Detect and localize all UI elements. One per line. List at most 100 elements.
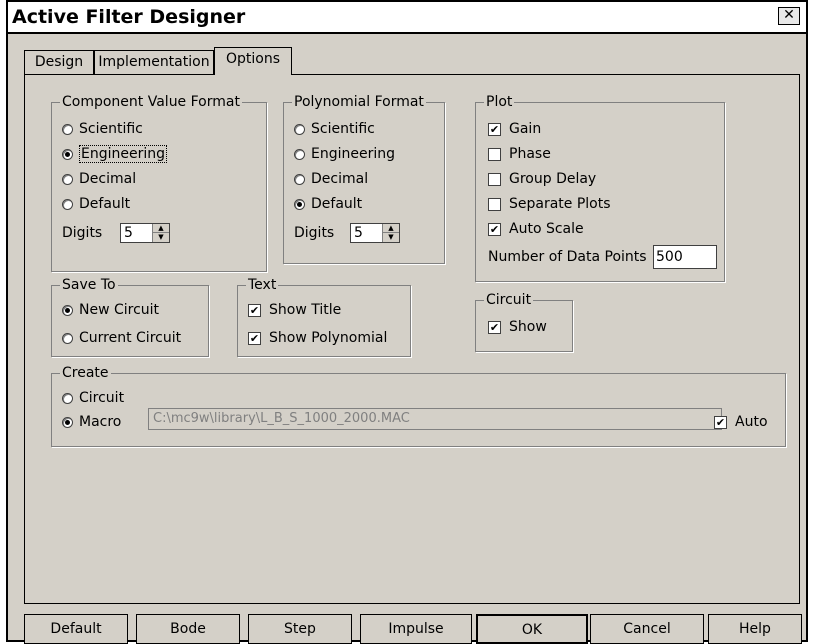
tab-implementation[interactable]: Implementation bbox=[94, 50, 214, 74]
component-radio-decimal[interactable]: Decimal bbox=[62, 169, 136, 189]
impulse-button[interactable]: Impulse bbox=[360, 614, 472, 644]
spinner-value: 5 bbox=[124, 225, 133, 241]
radio-icon bbox=[294, 173, 305, 185]
checkbox-label: Group Delay bbox=[509, 171, 597, 187]
plot-group: Plot ✔ Gain Phase Group Delay Separate Pl… bbox=[475, 93, 725, 282]
checkbox-label: Gain bbox=[509, 121, 542, 137]
radio-icon bbox=[62, 198, 73, 210]
checkbox-label: Auto Scale bbox=[509, 221, 584, 237]
radio-icon bbox=[294, 148, 305, 160]
help-button[interactable]: Help bbox=[708, 614, 802, 644]
checkbox-icon bbox=[488, 147, 501, 161]
radio-icon bbox=[62, 148, 73, 160]
polynomial-radio-scientific[interactable]: Scientific bbox=[294, 119, 375, 139]
checkbox-icon: ✔ bbox=[248, 331, 261, 345]
data-points-input[interactable]: 500 bbox=[653, 245, 717, 269]
group-legend: Save To bbox=[60, 276, 118, 294]
group-legend: Circuit bbox=[484, 291, 534, 309]
radio-label: Scientific bbox=[311, 121, 375, 137]
spin-down-icon[interactable]: ▼ bbox=[383, 233, 399, 242]
checkbox-icon: ✔ bbox=[488, 222, 501, 236]
plot-check-group-delay[interactable]: Group Delay bbox=[488, 169, 596, 189]
radio-label: Engineering bbox=[311, 146, 395, 162]
macro-path-field[interactable]: C:\mc9w\library\L_B_S_1000_2000.MAC bbox=[148, 408, 722, 430]
component-radio-default[interactable]: Default bbox=[62, 194, 130, 214]
radio-icon bbox=[62, 416, 73, 428]
radio-label: Scientific bbox=[79, 121, 143, 137]
group-legend: Polynomial Format bbox=[292, 93, 426, 111]
polynomial-format-group: Polynomial Format Scientific Engineering… bbox=[283, 93, 445, 264]
text-check-show-polynomial[interactable]: ✔ Show Polynomial bbox=[248, 328, 387, 348]
polynomial-radio-decimal[interactable]: Decimal bbox=[294, 169, 368, 189]
radio-icon bbox=[62, 123, 73, 135]
radio-label: Engineering bbox=[79, 145, 167, 163]
tab-options[interactable]: Options bbox=[214, 47, 292, 75]
checkbox-label: Show Polynomial bbox=[269, 330, 388, 346]
group-legend: Create bbox=[60, 364, 111, 382]
component-digits-spinner[interactable]: 5 ▲ ▼ bbox=[120, 223, 170, 243]
checkbox-label: Show Title bbox=[269, 302, 342, 318]
radio-label: Decimal bbox=[79, 171, 137, 187]
spinner-value: 5 bbox=[354, 225, 363, 241]
title-bar: Active Filter Designer ✕ bbox=[8, 2, 806, 34]
spin-down-icon[interactable]: ▼ bbox=[153, 233, 169, 242]
radio-icon bbox=[294, 123, 305, 135]
ok-button[interactable]: OK bbox=[476, 614, 588, 644]
text-group: Text ✔ Show Title ✔ Show Polynomial bbox=[237, 276, 411, 357]
radio-icon bbox=[294, 198, 305, 210]
plot-check-phase[interactable]: Phase bbox=[488, 144, 551, 164]
radio-icon bbox=[62, 173, 73, 185]
step-button[interactable]: Step bbox=[248, 614, 352, 644]
plot-check-gain[interactable]: ✔ Gain bbox=[488, 119, 541, 139]
polynomial-digits-label: Digits bbox=[294, 225, 335, 241]
cancel-button[interactable]: Cancel bbox=[590, 614, 704, 644]
spin-up-icon[interactable]: ▲ bbox=[153, 224, 169, 233]
group-legend: Text bbox=[246, 276, 279, 294]
checkbox-label: Phase bbox=[509, 146, 551, 162]
circuit-group: Circuit ✔ Show bbox=[475, 291, 573, 352]
radio-icon bbox=[62, 332, 73, 344]
radio-label: Default bbox=[311, 196, 363, 212]
tab-design[interactable]: Design bbox=[24, 50, 94, 74]
save-to-radio-current-circuit[interactable]: Current Circuit bbox=[62, 328, 181, 348]
polynomial-radio-engineering[interactable]: Engineering bbox=[294, 144, 395, 164]
component-value-format-group: Component Value Format Scientific Engine… bbox=[51, 93, 267, 272]
close-button[interactable]: ✕ bbox=[778, 7, 800, 25]
window-title: Active Filter Designer bbox=[12, 6, 246, 28]
checkbox-label: Separate Plots bbox=[509, 196, 611, 212]
plot-check-auto-scale[interactable]: ✔ Auto Scale bbox=[488, 219, 584, 239]
checkbox-icon: ✔ bbox=[488, 320, 501, 334]
checkbox-label: Auto bbox=[735, 414, 768, 430]
component-radio-scientific[interactable]: Scientific bbox=[62, 119, 143, 139]
checkbox-label: Show bbox=[509, 319, 547, 335]
data-points-label: Number of Data Points bbox=[488, 249, 647, 265]
plot-check-separate-plots[interactable]: Separate Plots bbox=[488, 194, 611, 214]
create-radio-macro[interactable]: Macro bbox=[62, 412, 121, 432]
default-button[interactable]: Default bbox=[24, 614, 128, 644]
spin-up-icon[interactable]: ▲ bbox=[383, 224, 399, 233]
create-radio-circuit[interactable]: Circuit bbox=[62, 388, 124, 408]
radio-label: Default bbox=[79, 196, 131, 212]
group-legend: Plot bbox=[484, 93, 515, 111]
checkbox-icon bbox=[488, 197, 501, 211]
group-legend: Component Value Format bbox=[60, 93, 242, 111]
checkbox-icon: ✔ bbox=[488, 122, 501, 136]
create-check-auto[interactable]: ✔ Auto bbox=[714, 412, 768, 432]
polynomial-digits-spinner[interactable]: 5 ▲ ▼ bbox=[350, 223, 400, 243]
save-to-radio-new-circuit[interactable]: New Circuit bbox=[62, 300, 159, 320]
checkbox-icon bbox=[488, 172, 501, 186]
polynomial-radio-default[interactable]: Default bbox=[294, 194, 362, 214]
component-radio-engineering[interactable]: Engineering bbox=[62, 144, 167, 164]
circuit-check-show[interactable]: ✔ Show bbox=[488, 317, 547, 337]
spinner-arrows[interactable]: ▲ ▼ bbox=[152, 224, 169, 242]
options-panel: Component Value Format Scientific Engine… bbox=[24, 74, 800, 604]
radio-label: Circuit bbox=[79, 390, 125, 406]
checkbox-icon: ✔ bbox=[248, 303, 261, 317]
bode-button[interactable]: Bode bbox=[136, 614, 240, 644]
spinner-arrows[interactable]: ▲ ▼ bbox=[382, 224, 399, 242]
radio-icon bbox=[62, 392, 73, 404]
radio-label: Decimal bbox=[311, 171, 369, 187]
text-check-show-title[interactable]: ✔ Show Title bbox=[248, 300, 341, 320]
save-to-group: Save To New Circuit Current Circuit bbox=[51, 276, 209, 357]
radio-label: Current Circuit bbox=[79, 330, 182, 346]
